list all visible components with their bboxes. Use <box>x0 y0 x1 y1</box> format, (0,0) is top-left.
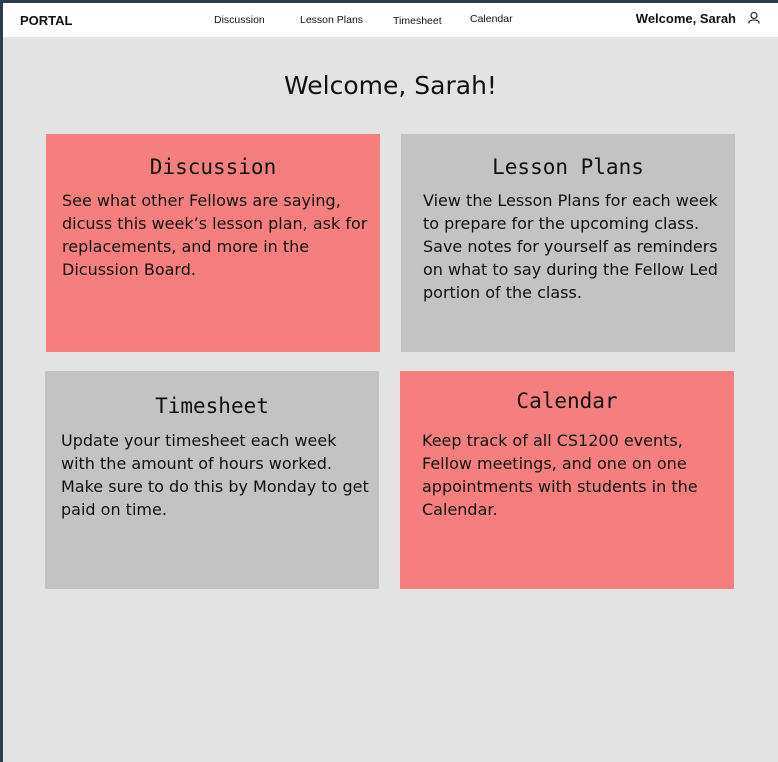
lesson-plans-card-description: View the Lesson Plans for each week to p… <box>423 191 718 302</box>
nav-lesson-plans-link[interactable]: Lesson Plans <box>300 14 363 26</box>
top-navbar: PORTAL Discussion Lesson Plans Timesheet… <box>3 3 778 37</box>
lesson-plans-card-title: Lesson Plans <box>492 155 644 179</box>
calendar-card-title: Calendar <box>516 389 618 413</box>
discussion-card-description: See what other Fellows are saying, dicus… <box>62 191 368 279</box>
timesheet-card[interactable]: Timesheet Update your timesheet each wee… <box>45 371 379 589</box>
discussion-card-title: Discussion <box>149 155 277 179</box>
page-title: Welcome, Sarah! <box>284 71 497 100</box>
nav-discussion-link[interactable]: Discussion <box>214 14 265 26</box>
nav-calendar-link[interactable]: Calendar <box>470 13 513 25</box>
discussion-card[interactable]: Discussion See what other Fellows are sa… <box>46 134 380 352</box>
user-icon[interactable] <box>747 11 761 25</box>
nav-timesheet-link[interactable]: Timesheet <box>393 15 442 27</box>
lesson-plans-card[interactable]: Lesson Plans View the Lesson Plans for e… <box>401 134 735 352</box>
calendar-card-description: Keep track of all CS1200 events, Fellow … <box>422 431 698 519</box>
timesheet-card-description: Update your timesheet each week with the… <box>61 431 369 519</box>
portal-logo[interactable]: PORTAL <box>20 13 72 28</box>
welcome-user-text: Welcome, Sarah <box>635 11 736 26</box>
calendar-card[interactable]: Calendar Keep track of all CS1200 events… <box>400 371 734 589</box>
timesheet-card-title: Timesheet <box>155 394 269 418</box>
main-content: Welcome, Sarah! Discussion See what othe… <box>3 37 778 762</box>
